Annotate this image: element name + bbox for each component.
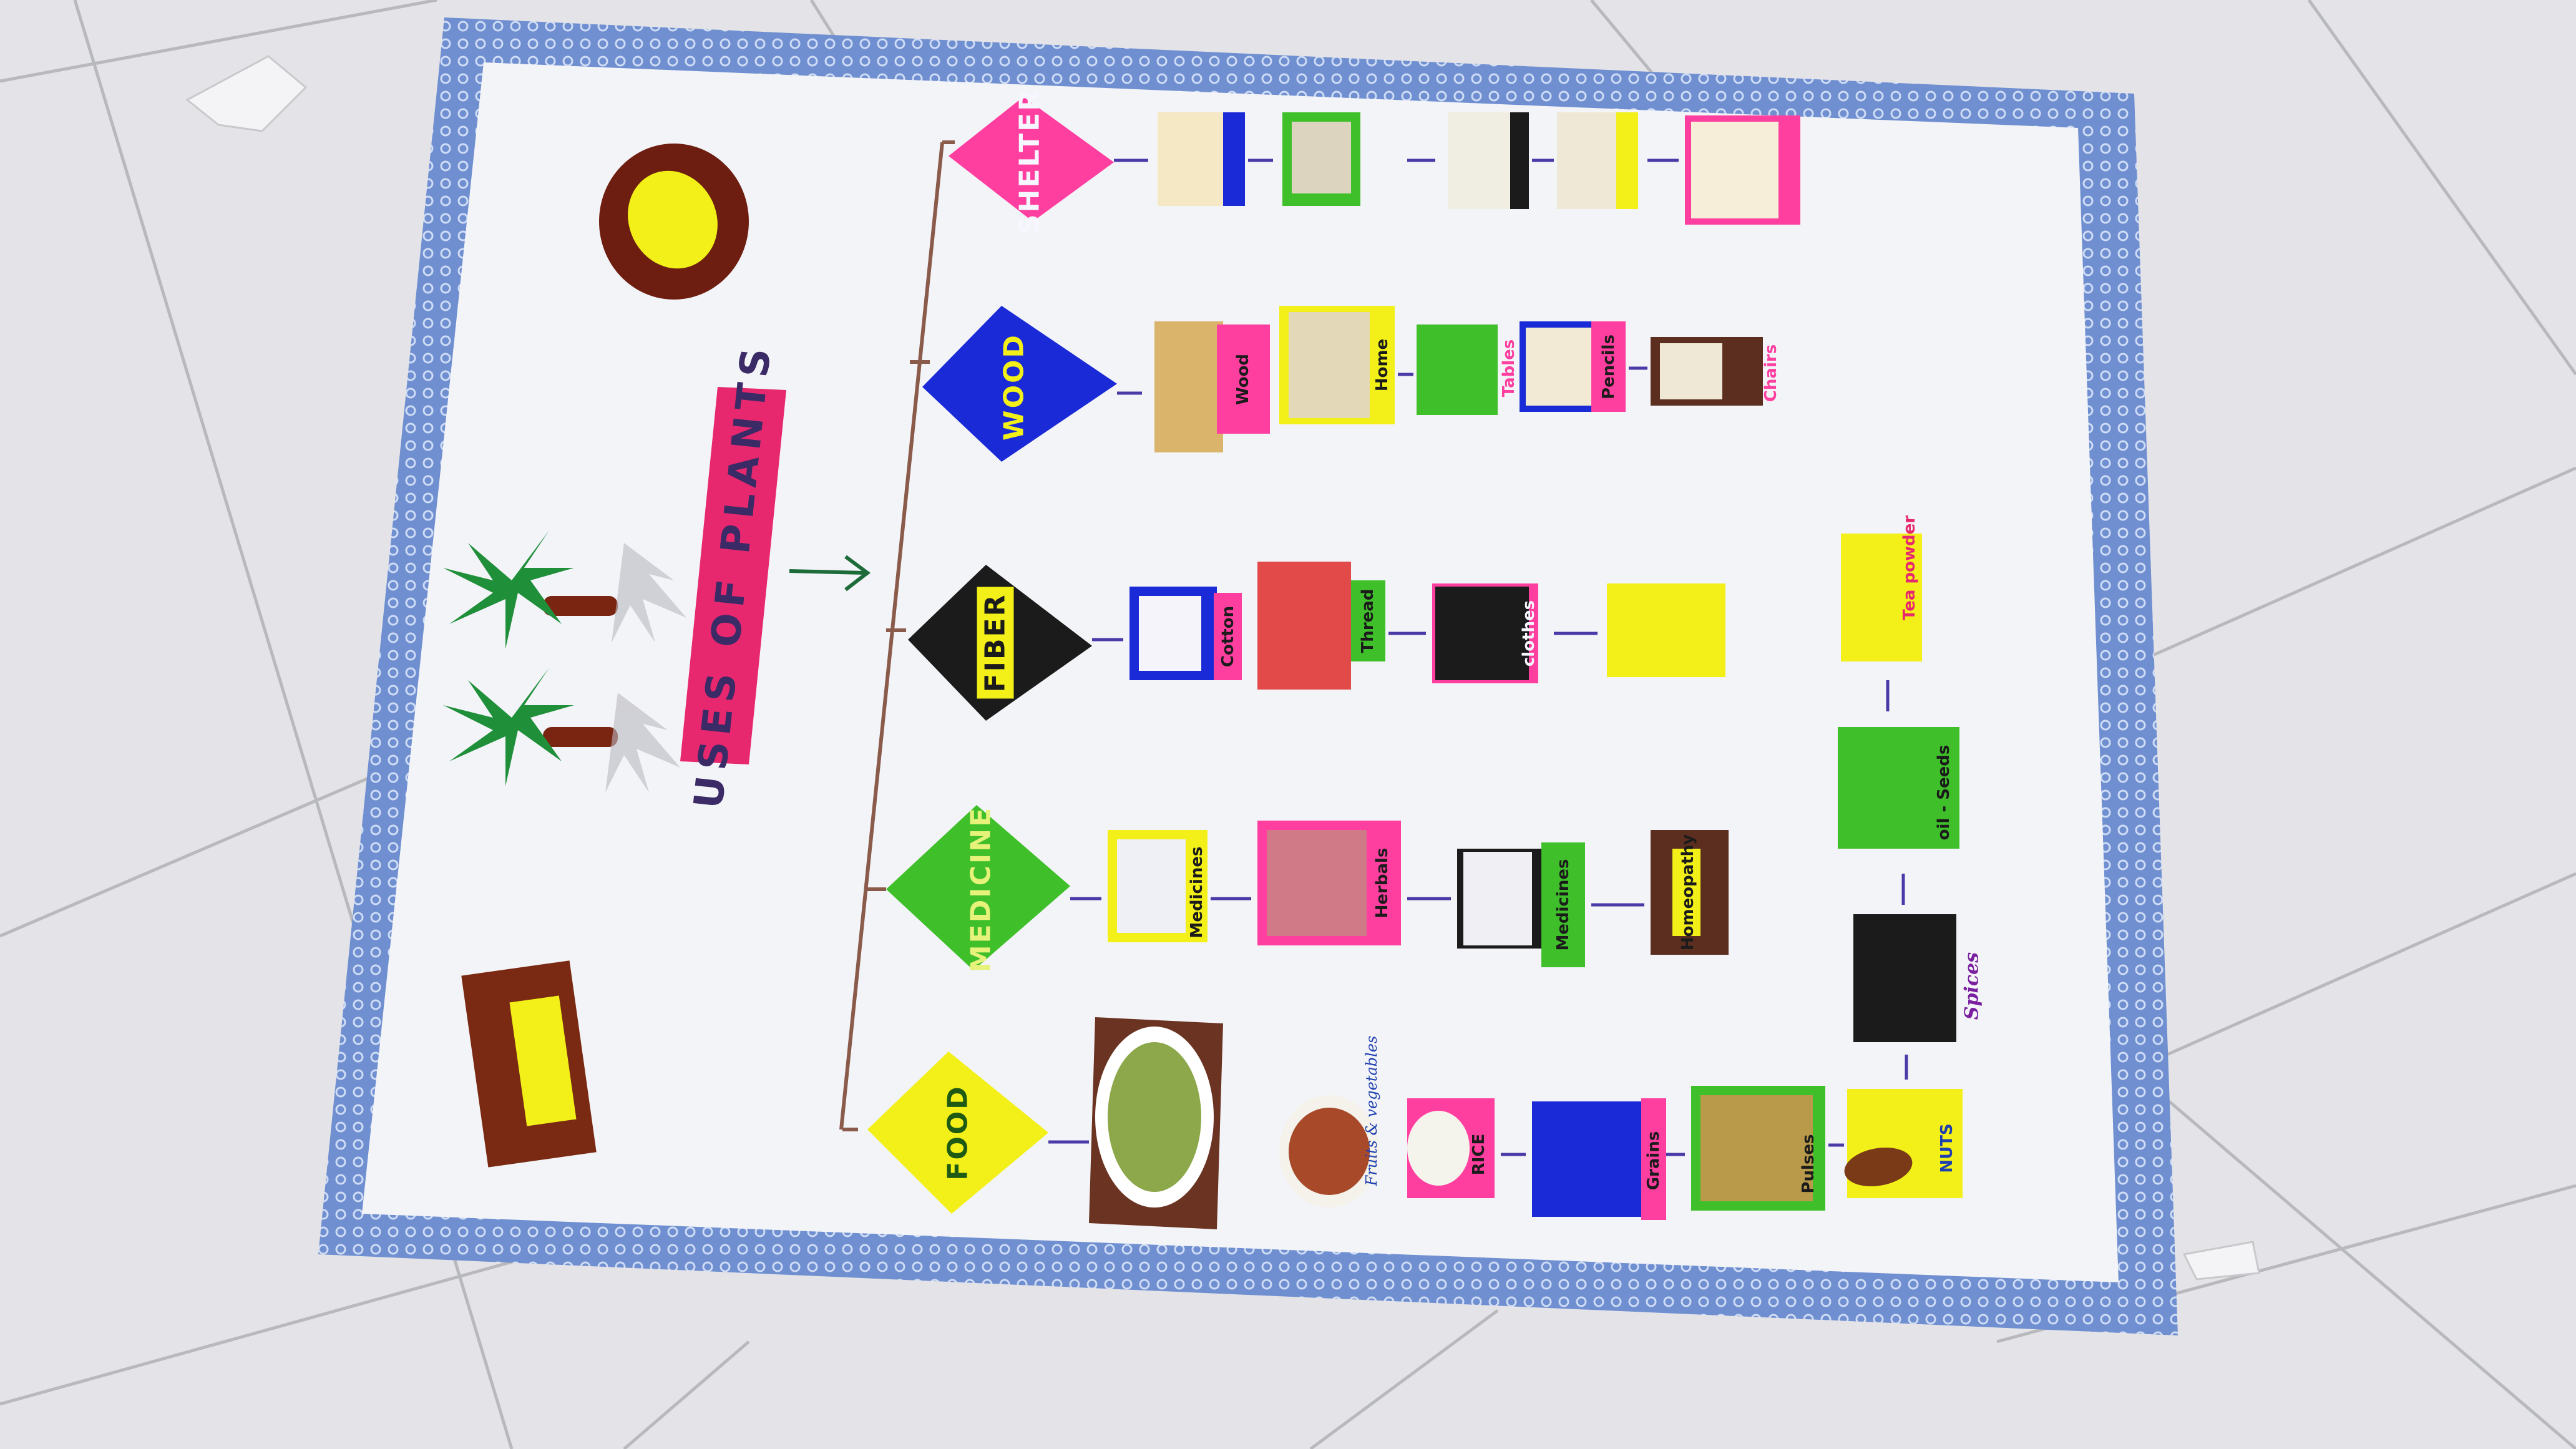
item-label-grains: Grains [1644,1131,1663,1191]
item-label-homeopathy: Homeopathy [1679,834,1697,951]
item-label-herbals: Herbals [1373,847,1392,919]
item-label-tea-powder: Tea powder [1900,515,1919,621]
item-label-rice: RICE [1470,1133,1488,1176]
category-label-fiber: FIBER [977,587,1014,699]
category-label-food: FOOD [942,1085,974,1181]
item-label-oil-seeds: oil - Seeds [1934,744,1953,841]
item-label-chairs: Chairs [1762,344,1780,402]
item-label-medicines-2: Medicines [1554,859,1573,951]
item-label-spices: Spices [1961,952,1983,1020]
item-label-medicines-1: Medicines [1188,846,1206,939]
item-label-cotton: Cotton [1219,605,1237,668]
item-label-clothes: clothes [1520,600,1538,667]
item-label-fruits-vegetables: Fruits & vegetables [1363,1035,1380,1186]
item-label-pencils: Pencils [1599,334,1618,399]
item-label-thread: Thread [1359,588,1377,653]
category-label-shelter: SHELTER [1013,87,1046,235]
item-label-wood: Wood [1234,353,1252,406]
item-label-home: Home [1373,338,1392,392]
item-label-nuts: NUTS [1938,1123,1956,1173]
poster [318,17,2178,1335]
category-label-wood: WOOD [998,333,1030,441]
item-label-tables: Tables [1500,339,1518,398]
category-label-medicine: MEDICINE [965,806,997,973]
item-label-pulses: Pulses [1799,1134,1818,1194]
